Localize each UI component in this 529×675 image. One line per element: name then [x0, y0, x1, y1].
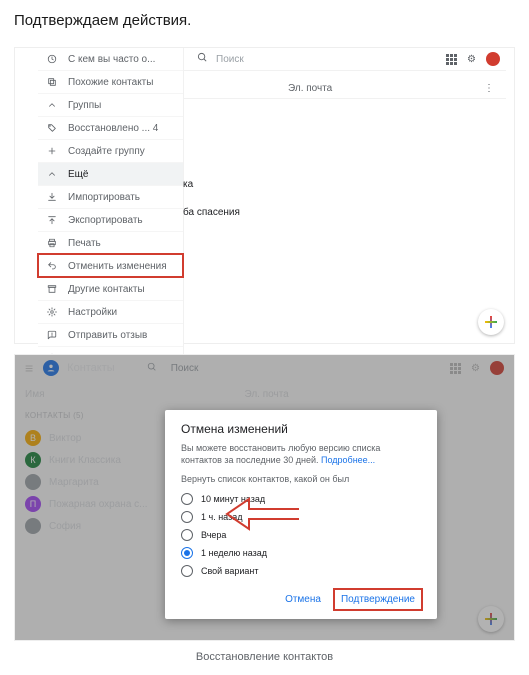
radio-label: Свой вариант — [201, 566, 259, 576]
text-fragment: ба спасения — [183, 204, 240, 222]
apps-grid-icon[interactable] — [446, 54, 457, 65]
sidebar-item[interactable]: Экспортировать — [38, 208, 183, 231]
dialog-description: Вы можете восстановить любую версию спис… — [181, 442, 421, 466]
undo-changes-dialog: Отмена изменений Вы можете восстановить … — [165, 410, 437, 619]
sidebar-item[interactable]: Отменить изменения — [38, 254, 183, 277]
learn-more-link[interactable]: Подробнее... — [321, 455, 375, 465]
screenshot-modal: ≡ Контакты Поиск ⚙ Имя Эл. почта КОНТАКТ… — [14, 354, 515, 641]
sidebar-item-label: Отменить изменения — [68, 261, 167, 272]
gear-icon[interactable]: ⚙ — [467, 54, 476, 65]
sidebar-item[interactable]: Восстановлено ... 4 — [38, 116, 183, 139]
feedback-icon — [46, 330, 58, 340]
dialog-actions: Отмена Подтверждение — [181, 590, 421, 609]
radio-icon — [181, 547, 193, 559]
download-icon — [46, 192, 58, 202]
screenshot-sidebar: Поиск ⚙ Эл. почта ⋮ С кем вы часто о... П… — [14, 47, 515, 344]
sidebar-item[interactable]: С кем вы часто о... — [38, 48, 183, 70]
gear-icon — [46, 307, 58, 317]
dialog-title: Отмена изменений — [181, 422, 421, 436]
radio-icon — [181, 493, 193, 505]
column-header-row: Эл. почта ⋮ — [183, 78, 506, 99]
sidebar-item[interactable]: Другие контакты — [38, 277, 183, 300]
fab-add-button[interactable] — [478, 309, 504, 335]
text-fragment: ка — [183, 176, 240, 194]
undo-icon — [46, 261, 58, 271]
sidebar-item[interactable]: Настройки — [38, 300, 183, 323]
radio-option[interactable]: Вчера — [181, 526, 421, 544]
confirm-button[interactable]: Подтверждение — [335, 590, 421, 609]
print-icon — [46, 238, 58, 248]
radio-icon — [181, 565, 193, 577]
radio-label: 10 минут назад — [201, 494, 265, 504]
sidebar-item-label: Настройки — [68, 307, 117, 318]
plus-icon — [46, 146, 58, 156]
radio-icon — [181, 511, 193, 523]
sidebar-item[interactable]: Ещё — [38, 162, 183, 185]
sidebar-item-label: Похожие контакты — [68, 77, 153, 88]
sidebar-item[interactable]: Группы — [38, 93, 183, 116]
sidebar-item[interactable]: Создайте группу — [38, 139, 183, 162]
sidebar-item-label: Другие контакты — [68, 284, 145, 295]
sidebar-item[interactable]: Отправить отзыв — [38, 323, 183, 346]
sidebar-item-label: Экспортировать — [68, 215, 143, 226]
cancel-button[interactable]: Отмена — [279, 590, 327, 609]
sidebar-item-label: Печать — [68, 238, 101, 249]
sidebar-item-label: Восстановлено ... 4 — [68, 123, 158, 134]
chevron-up-icon — [46, 100, 58, 110]
page-heading: Подтверждаем действия. — [0, 0, 529, 47]
sidebar-item-label: Группы — [68, 100, 101, 111]
sidebar: С кем вы часто о... Похожие контакты Групп… — [38, 48, 184, 369]
sidebar-item-label: Создайте группу — [68, 146, 145, 157]
radio-label: 1 ч. назад — [201, 512, 242, 522]
sidebar-item[interactable]: Импортировать — [38, 185, 183, 208]
options-group: 10 минут назад 1 ч. назад Вчера 1 неделю на… — [181, 490, 421, 580]
radio-label: 1 неделю назад — [201, 548, 267, 558]
sidebar-item-label: С кем вы часто о... — [68, 54, 155, 65]
radio-option[interactable]: 1 неделю назад — [181, 544, 421, 562]
radio-option[interactable]: 1 ч. назад — [181, 508, 421, 526]
sidebar-item-label: Ещё — [68, 169, 88, 180]
tag-icon — [46, 123, 58, 133]
top-search-bar: Поиск ⚙ — [183, 48, 506, 71]
chevron-up-icon — [46, 169, 58, 179]
radio-icon — [181, 529, 193, 541]
plus-icon — [485, 316, 497, 328]
archive-icon — [46, 284, 58, 294]
sidebar-item-label: Импортировать — [68, 192, 140, 203]
account-avatar[interactable] — [486, 52, 500, 66]
duplicate-icon — [46, 77, 58, 87]
sidebar-item[interactable]: Похожие контакты — [38, 70, 183, 93]
options-label: Вернуть список контактов, какой он был — [181, 474, 421, 484]
figure-caption: Восстановление контактов — [0, 651, 529, 663]
column-header-email: Эл. почта — [288, 83, 332, 94]
more-icon[interactable]: ⋮ — [484, 83, 494, 94]
sidebar-item-label: Отправить отзыв — [68, 330, 147, 341]
radio-option[interactable]: Свой вариант — [181, 562, 421, 580]
radio-option[interactable]: 10 минут назад — [181, 490, 421, 508]
radio-label: Вчера — [201, 530, 226, 540]
search-icon — [197, 52, 208, 66]
sidebar-item[interactable]: Печать — [38, 231, 183, 254]
clock-icon — [46, 54, 58, 64]
content-fragment: ка ба спасения — [183, 176, 240, 222]
upload-icon — [46, 215, 58, 225]
